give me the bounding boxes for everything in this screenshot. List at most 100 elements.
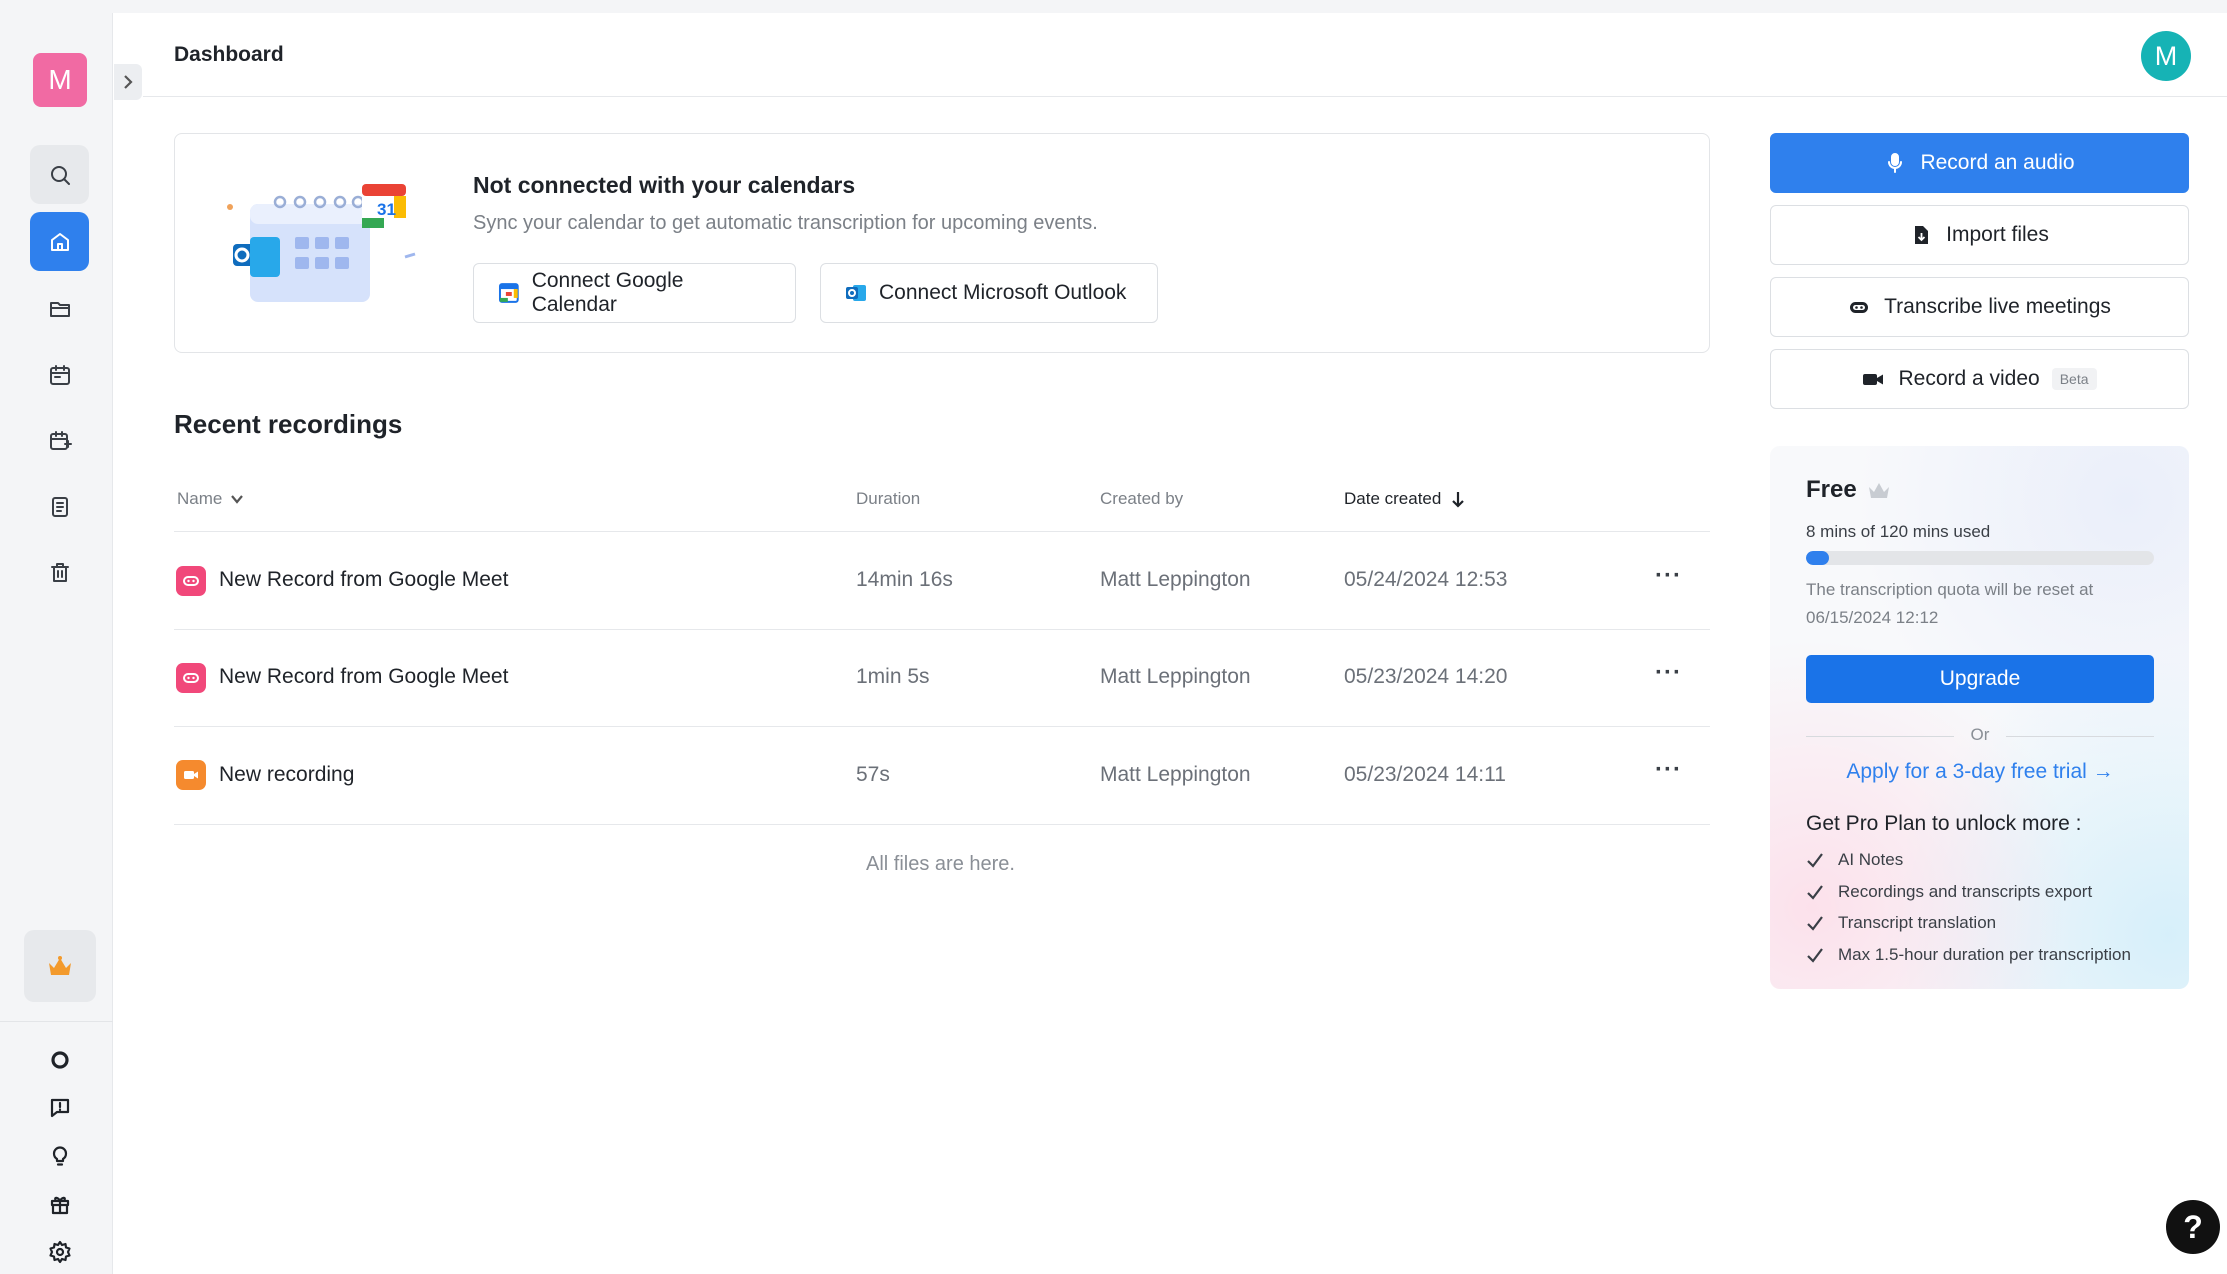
recording-date: 05/23/2024 14:11 xyxy=(1344,763,1506,786)
sidebar-item-trash[interactable] xyxy=(30,543,89,602)
workspace-avatar[interactable]: M xyxy=(33,53,87,107)
calendar-card-subtitle: Sync your calendar to get automatic tran… xyxy=(473,212,1098,234)
row-divider xyxy=(174,726,1710,727)
transcribe-live-meetings-button[interactable]: Transcribe live meetings xyxy=(1770,277,2189,337)
sidebar: M xyxy=(0,13,113,1274)
upgrade-crown-button[interactable] xyxy=(24,930,96,1002)
google-calendar-icon xyxy=(498,283,519,303)
more-options-button[interactable]: ··· xyxy=(1655,562,1682,590)
column-header-duration: Duration xyxy=(856,489,921,508)
recording-creator: Matt Leppington xyxy=(1100,763,1251,786)
crown-icon xyxy=(1868,483,1889,498)
calendar-illustration: 31 xyxy=(227,184,416,302)
recording-name[interactable]: New Record from Google Meet xyxy=(219,665,508,689)
feature-item: Recordings and transcripts export xyxy=(1806,882,2092,902)
settings-icon xyxy=(49,1240,71,1264)
column-header-name[interactable]: Name xyxy=(177,489,244,509)
arrow-down-icon xyxy=(1452,492,1465,508)
plan-name: Free xyxy=(1806,476,1891,504)
calendar-connect-card: 31 Not connected with your calendars Syn… xyxy=(174,133,1710,353)
row-divider xyxy=(174,824,1710,825)
plan-card: Free 8 mins of 120 mins used The transcr… xyxy=(1770,446,2189,989)
microphone-icon xyxy=(1888,153,1903,173)
sidebar-item-notes[interactable] xyxy=(30,477,89,536)
sidebar-item-calendar[interactable] xyxy=(30,345,89,404)
meet-recording-icon xyxy=(176,566,206,596)
gift-button[interactable] xyxy=(44,1188,76,1220)
column-header-date-created[interactable]: Date created xyxy=(1344,489,1467,509)
document-icon xyxy=(51,496,68,517)
beta-badge: Beta xyxy=(2051,368,2097,390)
recording-creator: Matt Leppington xyxy=(1100,665,1251,688)
more-options-button[interactable]: ··· xyxy=(1655,659,1682,687)
folder-icon xyxy=(49,301,70,317)
chevron-right-icon xyxy=(124,75,133,89)
more-options-button[interactable]: ··· xyxy=(1655,756,1682,784)
svg-text:31: 31 xyxy=(377,200,396,219)
feature-item: AI Notes xyxy=(1806,850,1903,870)
feedback-button[interactable] xyxy=(44,1092,76,1124)
upgrade-button[interactable]: Upgrade xyxy=(1806,655,2154,703)
or-divider: Or xyxy=(1806,725,2154,747)
table-header-divider xyxy=(174,531,1710,532)
connect-microsoft-outlook-button[interactable]: Connect Microsoft Outlook xyxy=(820,263,1158,323)
file-import-icon xyxy=(1915,226,1929,244)
settings-button[interactable] xyxy=(44,1236,76,1268)
brand-button[interactable] xyxy=(44,1044,76,1076)
quota-reset-text: The transcription quota will be reset at… xyxy=(1806,580,2094,627)
recording-creator: Matt Leppington xyxy=(1100,568,1251,591)
record-audio-button[interactable]: Record an audio xyxy=(1770,133,2189,193)
ideas-button[interactable] xyxy=(44,1140,76,1172)
check-icon xyxy=(1807,948,1823,963)
recording-name[interactable]: New Record from Google Meet xyxy=(219,568,508,592)
sidebar-expand-button[interactable] xyxy=(114,64,142,100)
brand-icon xyxy=(51,1051,69,1069)
recording-duration: 57s xyxy=(856,763,890,786)
record-video-button[interactable]: Record a video Beta xyxy=(1770,349,2189,409)
idea-icon xyxy=(52,1146,68,1166)
video-recording-icon xyxy=(176,760,206,790)
usage-progress-bar xyxy=(1806,551,2154,565)
recording-date: 05/23/2024 14:20 xyxy=(1344,665,1508,688)
recent-recordings-title: Recent recordings xyxy=(174,409,403,439)
page-title: Dashboard xyxy=(174,43,284,66)
outlook-icon xyxy=(846,285,866,301)
check-icon xyxy=(1807,916,1823,931)
connect-outlook-label: Connect Microsoft Outlook xyxy=(879,281,1127,304)
column-header-created-by: Created by xyxy=(1100,489,1184,508)
check-icon xyxy=(1807,853,1823,868)
recording-date: 05/24/2024 12:53 xyxy=(1344,568,1508,591)
calendar-edit-icon xyxy=(49,430,72,450)
help-button[interactable]: ? xyxy=(2166,1200,2220,1254)
feature-item: Transcript translation xyxy=(1806,913,1996,933)
recording-duration: 1min 5s xyxy=(856,665,930,688)
meet-recording-icon xyxy=(176,663,206,693)
search-icon xyxy=(50,165,70,185)
top-strip xyxy=(0,0,2227,13)
video-camera-icon xyxy=(1863,374,1884,385)
sidebar-item-schedule[interactable] xyxy=(30,411,89,470)
sidebar-search-button[interactable] xyxy=(30,145,89,204)
calendar-card-title: Not connected with your calendars xyxy=(473,172,856,198)
check-icon xyxy=(1807,885,1823,900)
sidebar-item-home[interactable] xyxy=(30,212,89,271)
import-files-button[interactable]: Import files xyxy=(1770,205,2189,265)
usage-text: 8 mins of 120 mins used xyxy=(1806,522,1991,541)
gift-icon xyxy=(50,1196,70,1215)
trash-icon xyxy=(50,562,69,582)
crown-icon xyxy=(49,956,71,975)
meeting-bot-icon xyxy=(1850,302,1869,313)
recording-name[interactable]: New recording xyxy=(219,763,354,787)
row-divider xyxy=(174,629,1710,630)
chevron-down-icon xyxy=(231,495,244,504)
connect-google-calendar-button[interactable]: Connect Google Calendar xyxy=(473,263,796,323)
sidebar-item-files[interactable] xyxy=(30,279,89,338)
connect-google-label: Connect Google Calendar xyxy=(531,269,684,316)
usage-progress-fill xyxy=(1806,551,1830,565)
feature-item: Max 1.5-hour duration per transcription xyxy=(1806,945,2131,965)
user-avatar[interactable]: M xyxy=(2141,31,2191,81)
header: Dashboard M xyxy=(143,13,2227,97)
all-files-link[interactable]: All files are here. xyxy=(866,853,1015,876)
free-trial-link[interactable]: Apply for a 3-day free trial → xyxy=(1806,760,2154,784)
feedback-icon xyxy=(50,1098,70,1118)
